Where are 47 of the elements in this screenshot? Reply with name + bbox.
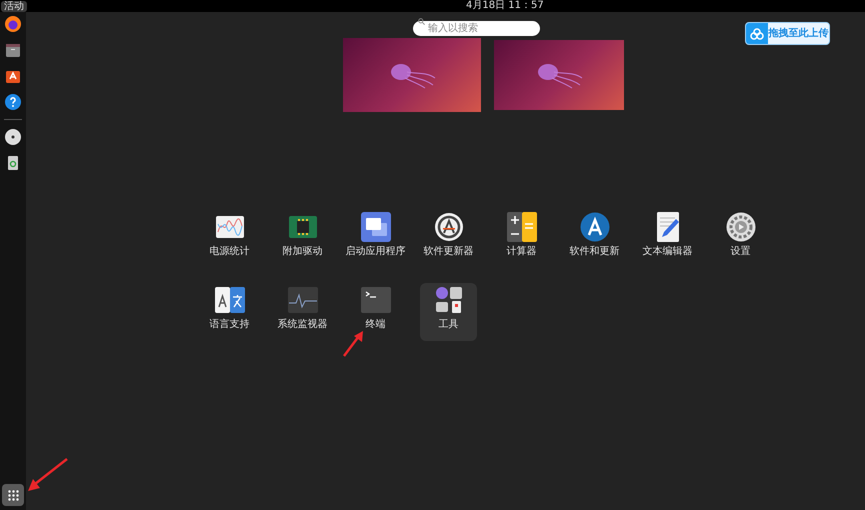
browser-icon[interactable] [3,14,23,34]
app-label: 系统监视器 [278,319,328,331]
app-launcher[interactable]: 终端 [347,283,404,341]
app-launcher[interactable]: 设置 [712,210,769,268]
arrow-annotation [342,330,364,358]
app-launcher[interactable]: 语言支持 [201,283,258,341]
app-launcher[interactable]: 软件和更新 [566,210,623,268]
terminal-icon [360,285,390,315]
app-folder-icon [434,285,464,315]
grid-icon [8,490,18,500]
pulse-icon [288,285,318,315]
app-label: 软件更新器 [424,246,474,258]
workspace-thumbnail[interactable] [494,40,624,110]
show-apps-button[interactable] [2,484,24,506]
workspace-thumbnail[interactable] [343,38,481,112]
app-label: 工具 [438,319,458,331]
translate-icon [214,285,244,315]
app-label: 附加驱动 [282,246,322,258]
app-label: 计算器 [506,246,536,258]
update-icon [434,212,464,242]
search-field[interactable]: 输入以搜索 [413,21,540,36]
disc-icon[interactable] [3,127,23,147]
calculator-icon [506,212,536,242]
app-label: 语言支持 [210,319,250,331]
app-label: 终端 [366,319,386,331]
app-launcher[interactable]: 文本编辑器 [639,210,696,268]
help-icon[interactable] [3,92,23,112]
settings-icon [726,212,756,242]
search-icon [418,18,425,25]
app-folder[interactable]: 工具 [420,283,477,341]
windows-icon [360,212,390,242]
app-launcher[interactable]: 电源统计 [201,210,258,268]
app-label: 软件和更新 [570,246,620,258]
app-launcher[interactable]: 计算器 [493,210,550,268]
software-icon [580,212,610,242]
app-launcher[interactable]: 附加驱动 [274,210,331,268]
cloud-icon [750,28,764,40]
app-launcher[interactable]: 软件更新器 [420,210,477,268]
app-launcher[interactable]: 启动应用程序 [347,210,404,268]
app-launcher[interactable]: 系统监视器 [274,283,331,341]
app-label: 启动应用程序 [346,246,406,258]
app-label: 文本编辑器 [642,246,692,258]
activities-button[interactable]: 活动 [1,0,27,12]
app-label: 电源统计 [210,246,250,258]
app-label: 设置 [730,246,750,258]
arrow-annotation [27,458,68,492]
clock[interactable]: 4月18日 11：57 [466,0,544,11]
